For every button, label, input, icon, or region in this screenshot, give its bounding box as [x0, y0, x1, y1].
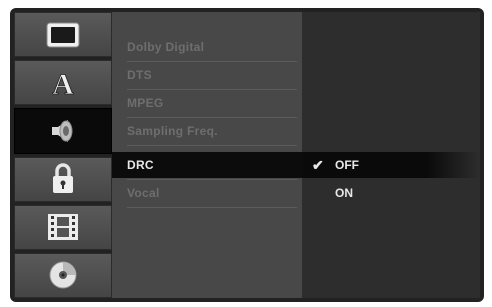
checkmark-icon: ✔: [312, 157, 324, 173]
option-off[interactable]: ✔ OFF: [302, 152, 480, 178]
category-sidebar: A: [14, 12, 112, 299]
menu-item-sampling-freq[interactable]: Sampling Freq.: [112, 118, 302, 144]
sidebar-item-display[interactable]: [14, 12, 112, 58]
menu-item-vocal[interactable]: Vocal: [112, 180, 302, 206]
disc-icon: [49, 261, 77, 289]
option-on-label: ON: [335, 186, 353, 200]
menu-item-dts[interactable]: DTS: [112, 62, 302, 88]
speaker-audio-icon: [52, 119, 73, 142]
menu-divider: [127, 207, 297, 208]
audio-settings-menu: Dolby Digital DTS MPEG Sampling Freq. DR…: [112, 12, 302, 298]
drc-options-panel: ✔ OFF ON: [302, 12, 480, 298]
film-strip-icon: [48, 214, 78, 241]
svg-text:A: A: [52, 68, 74, 100]
sidebar-item-disc[interactable]: [14, 252, 112, 299]
menu-divider: [127, 145, 297, 146]
menu-item-drc[interactable]: DRC: [112, 152, 302, 178]
sidebar-item-others[interactable]: [14, 204, 112, 250]
sidebar-item-language[interactable]: A: [14, 60, 112, 106]
option-on[interactable]: ON: [302, 180, 480, 206]
setup-menu-frame: A Dolby Digital DTS MPEG Sampling Freq. …: [10, 8, 484, 302]
option-off-label: OFF: [335, 158, 359, 172]
padlock-icon: [53, 163, 73, 194]
sidebar-item-audio[interactable]: [14, 108, 112, 154]
tv-screen-icon: [46, 22, 80, 48]
menu-item-mpeg[interactable]: MPEG: [112, 90, 302, 116]
language-a-icon: A: [52, 67, 75, 100]
sidebar-item-lock[interactable]: [14, 156, 112, 202]
menu-item-dolby-digital[interactable]: Dolby Digital: [112, 34, 302, 60]
dvd-setup-screen: A Dolby Digital DTS MPEG Sampling Freq. …: [0, 0, 492, 307]
